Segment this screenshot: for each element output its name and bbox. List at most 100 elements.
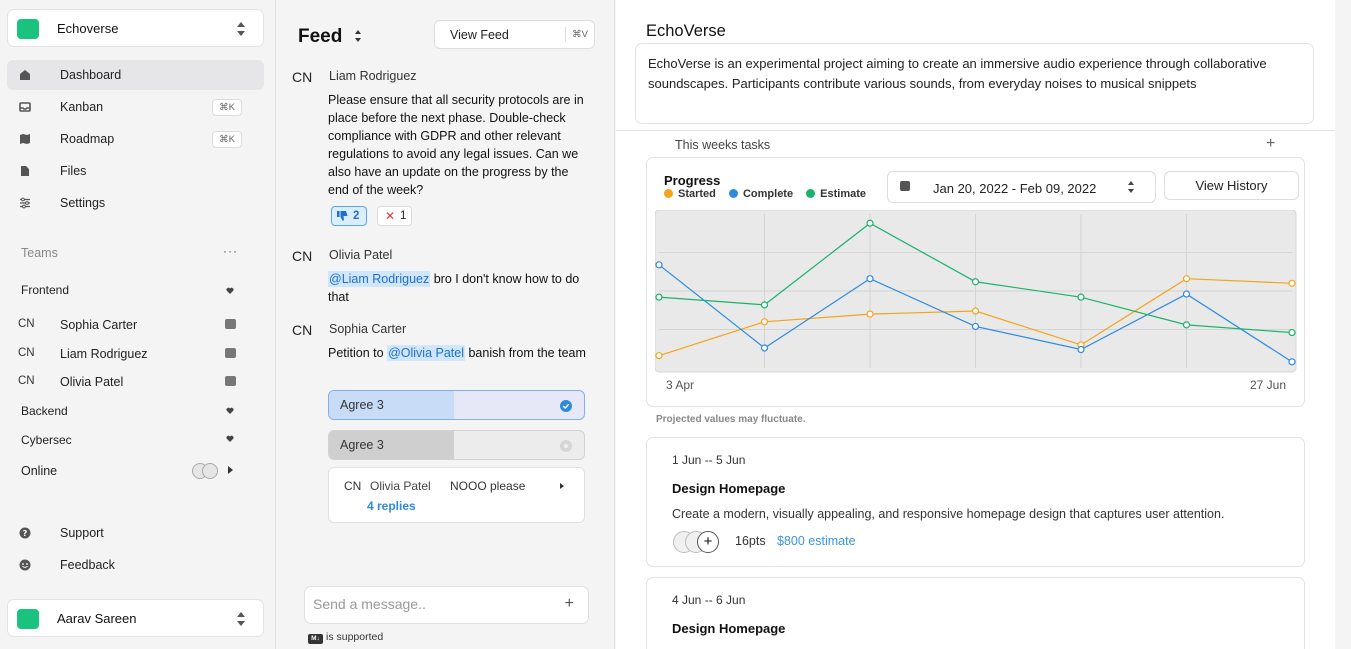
legend-item: Complete xyxy=(728,188,794,200)
data-point-started[interactable] xyxy=(971,307,980,315)
data-point-complete[interactable] xyxy=(866,275,874,283)
project-description: EchoVerse is an experimental project aim… xyxy=(635,43,1314,124)
member-olivia-patel[interactable]: Olivia Patel xyxy=(60,375,123,389)
team-frontend[interactable]: Frontend xyxy=(21,283,69,297)
nav-settings[interactable]: Settings xyxy=(7,188,264,218)
replies-link[interactable]: 4 replies xyxy=(367,499,416,513)
view-feed-label: View Feed xyxy=(450,28,509,42)
member-avatar: CN xyxy=(18,347,35,359)
data-point-complete[interactable] xyxy=(1288,358,1296,366)
nav-label: Files xyxy=(60,164,87,178)
data-point-started[interactable] xyxy=(1182,275,1191,283)
markdown-note-text: is supported xyxy=(326,631,384,643)
nav-feedback[interactable]: Feedback xyxy=(7,550,264,580)
nav-files[interactable]: Files xyxy=(7,156,264,186)
task-title: Design Homepage xyxy=(672,621,786,636)
workspace-switcher[interactable]: Echoverse xyxy=(7,9,264,47)
nav-label: Settings xyxy=(60,196,106,210)
task-card[interactable]: 1 Jun -- 5 Jun Design Homepage Create a … xyxy=(646,437,1305,567)
nav-kanban[interactable]: Kanban ⌘K xyxy=(7,92,264,122)
data-point-estimate[interactable] xyxy=(1182,321,1191,329)
post-author[interactable]: Liam Rodriguez xyxy=(329,69,417,83)
data-point-estimate[interactable] xyxy=(1077,293,1085,301)
nav-support[interactable]: ? Support xyxy=(7,518,264,548)
chevron-updown-icon xyxy=(1128,181,1135,193)
date-range-picker[interactable]: Jan 20, 2022 - Feb 09, 2022 xyxy=(887,171,1156,203)
add-task-button[interactable]: + xyxy=(1266,135,1275,153)
progress-line-chart: 3 Apr 27 Jun xyxy=(655,210,1297,392)
nav-dashboard[interactable]: Dashboard xyxy=(7,60,264,90)
legend-label: Started xyxy=(678,188,716,200)
data-point-estimate[interactable] xyxy=(971,278,980,286)
workspace-name: Echoverse xyxy=(57,21,119,36)
poll-option-label: Agree 3 xyxy=(340,438,384,452)
team-cybersec[interactable]: Cybersec xyxy=(21,433,72,447)
data-point-estimate[interactable] xyxy=(655,293,663,301)
reply-thread[interactable]: CN Olivia Patel NOOO please 4 replies xyxy=(328,467,585,523)
legend-swatch xyxy=(664,189,673,198)
data-point-started[interactable] xyxy=(655,352,663,360)
message-icon[interactable] xyxy=(225,376,236,386)
chart-legend: Started Complete Estimate xyxy=(664,188,876,200)
chart-title: Progress xyxy=(664,173,721,188)
data-point-complete[interactable] xyxy=(1077,345,1085,354)
member-sophia-carter[interactable]: Sophia Carter xyxy=(60,318,137,332)
progress-chart-card: Progress Started Complete Estimate Jan 2… xyxy=(646,157,1305,407)
plus-icon[interactable]: + xyxy=(565,595,574,613)
team-backend[interactable]: Backend xyxy=(21,404,68,418)
data-point-estimate[interactable] xyxy=(760,301,769,309)
message-icon[interactable] xyxy=(225,319,236,329)
inbox-icon xyxy=(19,102,31,112)
data-point-complete[interactable] xyxy=(1182,290,1191,298)
chevron-right-icon[interactable] xyxy=(228,466,233,474)
markdown-icon: M↓ xyxy=(308,634,323,644)
teams-more-button[interactable]: ··· xyxy=(223,244,238,258)
view-feed-button[interactable]: View Feed ⌘V xyxy=(434,20,595,49)
nav-roadmap[interactable]: Roadmap ⌘K xyxy=(7,124,264,154)
poll-option[interactable]: Agree 3 xyxy=(328,390,585,420)
data-point-estimate[interactable] xyxy=(866,219,874,227)
data-point-complete[interactable] xyxy=(760,344,769,352)
thumbs-down-reaction[interactable]: 2 xyxy=(331,206,367,226)
sort-icon[interactable] xyxy=(355,30,362,42)
data-point-started[interactable] xyxy=(866,310,874,318)
message-input[interactable] xyxy=(313,596,553,612)
data-point-started[interactable] xyxy=(760,318,769,326)
svg-text:?: ? xyxy=(23,529,28,538)
member-liam-rodriguez[interactable]: Liam Rodriguez xyxy=(60,347,148,361)
add-assignee-button[interactable]: + xyxy=(697,531,719,553)
data-point-complete[interactable] xyxy=(655,261,663,269)
legend-swatch xyxy=(728,189,738,198)
shortcut-badge: ⌘K xyxy=(212,99,242,116)
post-body: Please ensure that all security protocol… xyxy=(328,93,584,197)
post-avatar: CN xyxy=(292,69,313,85)
data-point-estimate[interactable] xyxy=(1288,328,1296,337)
user-switcher[interactable]: Aarav Sareen xyxy=(7,599,264,637)
view-history-button[interactable]: View History xyxy=(1164,171,1299,200)
data-point-started[interactable] xyxy=(1288,279,1296,287)
cross-reaction[interactable]: ✕ 1 xyxy=(377,206,412,226)
user-avatar xyxy=(17,609,39,629)
thread-author: Olivia Patel xyxy=(370,479,431,493)
task-estimate[interactable]: $800 estimate xyxy=(777,534,856,548)
mention-link[interactable]: @Liam Rodriguez xyxy=(328,271,431,287)
post-author[interactable]: Olivia Patel xyxy=(329,248,392,262)
nav-label: Dashboard xyxy=(60,68,122,82)
mention-link[interactable]: @Olivia Patel xyxy=(387,345,465,361)
poll-option[interactable]: Agree 3 xyxy=(328,430,585,460)
post-author[interactable]: Sophia Carter xyxy=(329,322,406,336)
data-point-complete[interactable] xyxy=(971,322,980,331)
reaction-count: 1 xyxy=(400,210,407,222)
tasks-label: This weeks tasks xyxy=(675,138,771,152)
message-icon[interactable] xyxy=(225,348,236,358)
scrollbar-track[interactable] xyxy=(1335,0,1351,649)
check-circle-icon xyxy=(560,400,572,412)
avatar xyxy=(202,463,218,479)
cross-icon: ✕ xyxy=(385,209,396,223)
legend-label: Complete xyxy=(742,188,794,200)
task-card[interactable]: 4 Jun -- 6 Jun Design Homepage xyxy=(646,577,1305,649)
chevron-updown-icon xyxy=(237,22,245,36)
online-label[interactable]: Online xyxy=(21,464,57,478)
post-body: @Liam Rodriguez bro I don't know how to … xyxy=(328,270,590,306)
teams-header: Teams xyxy=(21,246,58,260)
